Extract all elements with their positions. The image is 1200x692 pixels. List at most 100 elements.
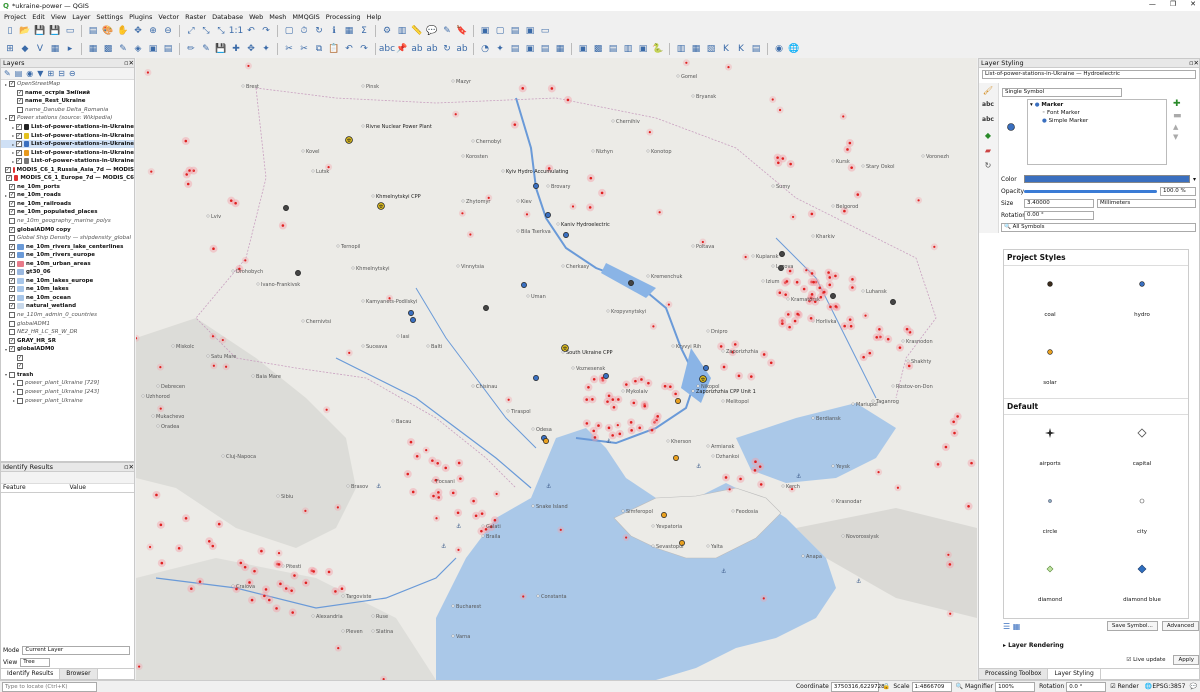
layer-row[interactable]: ✓ GRAY_HR_SR xyxy=(1,336,134,345)
open-attribute-table-icon[interactable]: ▦ xyxy=(343,25,355,37)
diagrams-tab-icon[interactable]: ▰ xyxy=(982,146,994,158)
map-tips-icon[interactable]: 💬 xyxy=(426,25,438,37)
layer-row[interactable]: ▸ ✓ ne_10m_roads xyxy=(1,191,134,200)
symbol-diamond-blue[interactable]: diamond blue xyxy=(1096,551,1188,615)
layer-row[interactable]: ne_110m_admin_0_countries xyxy=(1,311,134,320)
deselect-icon[interactable]: ▢ xyxy=(494,25,506,37)
layer-visibility-checkbox[interactable]: ✓ xyxy=(15,124,22,130)
renderer-select[interactable]: Single Symbol xyxy=(1002,87,1122,97)
hydro-plant-marker[interactable] xyxy=(545,212,551,218)
layer-visibility-checkbox[interactable]: ✓ xyxy=(9,337,15,344)
kml-icon[interactable]: K xyxy=(720,43,732,55)
layer-row[interactable]: ✓ ne_10m_ports xyxy=(1,183,134,192)
new-print-layout-icon[interactable]: ▭ xyxy=(64,25,76,37)
layer-visibility-checkbox[interactable] xyxy=(17,380,23,387)
plugin-7-icon[interactable]: ▤ xyxy=(607,43,619,55)
layer-row[interactable]: ▸ ✓ List-of-power-stations-in-Ukraine xyxy=(1,148,134,157)
layer-row[interactable]: ▸ ✓ List-of-power-stations-in-Ukraine xyxy=(1,139,134,149)
layer-row[interactable]: ✓ globalADM0 copy xyxy=(1,225,134,234)
menu-raster[interactable]: Raster xyxy=(185,13,206,21)
layer-visibility-checkbox[interactable]: ✓ xyxy=(9,209,15,216)
layer-row[interactable]: ✓ name_острів Зміїний xyxy=(1,89,134,98)
rotation-status-field[interactable]: 0.0 ° xyxy=(1066,681,1107,692)
digitize-icon[interactable]: ✏ xyxy=(185,43,197,55)
solar-plant-marker[interactable] xyxy=(661,512,667,518)
manage-map-themes-icon[interactable]: ◉ xyxy=(26,69,33,78)
lock-icon[interactable]: 🔒 xyxy=(883,683,890,690)
layer-visibility-checkbox[interactable]: ✓ xyxy=(15,141,22,148)
measure-icon[interactable]: 📏 xyxy=(411,25,423,37)
zoom-native-icon[interactable]: 1:1 xyxy=(229,25,243,37)
move-down-icon[interactable]: ▼ xyxy=(1173,133,1197,141)
delete-icon[interactable]: ✂ xyxy=(283,43,295,55)
pan-to-selection-icon[interactable]: ✥ xyxy=(132,25,144,37)
pin-labels-icon[interactable]: 📌 xyxy=(396,43,408,55)
field-calculator-icon[interactable]: ⚙ xyxy=(381,25,393,37)
diagram-icon[interactable]: ◔ xyxy=(479,43,491,55)
layer-visibility-checkbox[interactable]: ✓ xyxy=(9,115,15,122)
layer-row[interactable]: ▸ ✓ List-of-power-stations-in-Ukraine xyxy=(1,131,134,140)
vertex-icon[interactable]: ✦ xyxy=(260,43,272,55)
menu-layer[interactable]: Layer xyxy=(72,13,90,21)
plugin-9-icon[interactable]: ▣ xyxy=(637,43,649,55)
layer-row[interactable]: ✓ xyxy=(1,362,134,371)
change-label-icon[interactable]: ab xyxy=(456,43,468,55)
zoom-to-layer-icon[interactable]: ⤡ xyxy=(215,25,227,37)
layer-visibility-checkbox[interactable] xyxy=(9,329,15,336)
map-canvas[interactable]: ☢ ☢ ☢ ☢ ⚓ ⚓ ⚓ ⚓ ⚓ ⚓ ⚓ ⚓ ⚓ Kovel Rivne Nuclear Power P… xyxy=(136,58,977,680)
symbol-filter-input[interactable]: 🔍 All Symbols xyxy=(1001,222,1196,232)
render-checkbox[interactable]: ☑ Render xyxy=(1110,683,1139,690)
refresh-icon[interactable]: ↻ xyxy=(313,25,325,37)
kmz-icon[interactable]: K xyxy=(735,43,747,55)
layer-row[interactable]: name_Danube Delta_Romania xyxy=(1,106,134,115)
layer-visibility-checkbox[interactable]: ✓ xyxy=(9,200,15,207)
layer-row[interactable]: ✓ ne_10m_rivers_europe xyxy=(1,251,134,260)
menu-web[interactable]: Web xyxy=(249,13,263,21)
layer-row[interactable]: ▸ power_plant_Ukraine [729] xyxy=(1,379,134,388)
opacity-slider[interactable] xyxy=(1024,189,1157,193)
layer-row[interactable]: ▸ ✓ List-of-power-stations-in-Ukraine xyxy=(1,123,134,132)
menu-plugins[interactable]: Plugins xyxy=(129,13,152,21)
restore-icon[interactable]: ❐ xyxy=(1170,0,1176,8)
layer-row[interactable]: ✓ xyxy=(1,354,134,363)
save-as-icon[interactable]: 💾 xyxy=(49,25,61,37)
layer-visibility-checkbox[interactable] xyxy=(9,371,15,378)
layer-visibility-checkbox[interactable] xyxy=(9,312,15,319)
symbol-solar[interactable]: solar xyxy=(1004,334,1096,398)
tab-identify-results[interactable]: Identify Results xyxy=(1,669,61,679)
annotation-icon[interactable]: ✎ xyxy=(441,25,453,37)
label-icon[interactable]: abc xyxy=(379,43,395,55)
bookmark-icon[interactable]: 🔖 xyxy=(456,25,468,37)
hydro-plant-marker[interactable] xyxy=(410,317,416,323)
new-project-icon[interactable]: ▯ xyxy=(4,25,16,37)
menu-settings[interactable]: Settings xyxy=(96,13,123,21)
add-spatialite-icon[interactable]: ◈ xyxy=(132,43,144,55)
new-temp-layer-icon[interactable]: ▦ xyxy=(49,43,61,55)
hydro-plant-marker[interactable] xyxy=(521,282,527,288)
feature-column-header[interactable]: Feature xyxy=(1,484,68,492)
opacity-field[interactable]: 100.0 % xyxy=(1160,186,1196,196)
zoom-next-icon[interactable]: ↷ xyxy=(260,25,272,37)
hydro-plant-marker[interactable] xyxy=(533,183,539,189)
plugin-4-icon[interactable]: ▦ xyxy=(554,43,566,55)
layer-visibility-checkbox[interactable] xyxy=(17,106,23,113)
copy-icon[interactable]: ⧉ xyxy=(313,43,325,55)
symbol-city[interactable]: city xyxy=(1096,483,1188,547)
symbol-diamond[interactable]: diamond xyxy=(1004,551,1096,615)
size-field[interactable]: 3.40000 xyxy=(1024,198,1094,208)
symbol-coal[interactable]: coal xyxy=(1004,266,1096,330)
layer-rendering-section[interactable]: ▸ Layer Rendering xyxy=(1003,642,1064,649)
layer-visibility-checkbox[interactable]: ✓ xyxy=(9,226,15,233)
zoom-to-selection-icon[interactable]: ⤡ xyxy=(200,25,212,37)
color-button[interactable] xyxy=(1024,175,1190,183)
close-icon[interactable]: ✕ xyxy=(1190,0,1196,8)
layer-row[interactable]: ✓ ne_10m_rivers_lake_centerlines xyxy=(1,242,134,251)
layout-manager-icon[interactable]: ▤ xyxy=(87,25,99,37)
layer-row[interactable]: ✓ ne_10m_ocean xyxy=(1,294,134,303)
solar-plant-marker[interactable] xyxy=(673,455,679,461)
select-features-icon[interactable]: ▣ xyxy=(479,25,491,37)
layer-row[interactable]: ▾ ✓ Power stations (source: Wikipedia) xyxy=(1,114,134,123)
tab-browser[interactable]: Browser xyxy=(60,669,98,679)
view-select[interactable]: Tree xyxy=(20,657,51,667)
new-map-view-icon[interactable]: ▢ xyxy=(283,25,295,37)
